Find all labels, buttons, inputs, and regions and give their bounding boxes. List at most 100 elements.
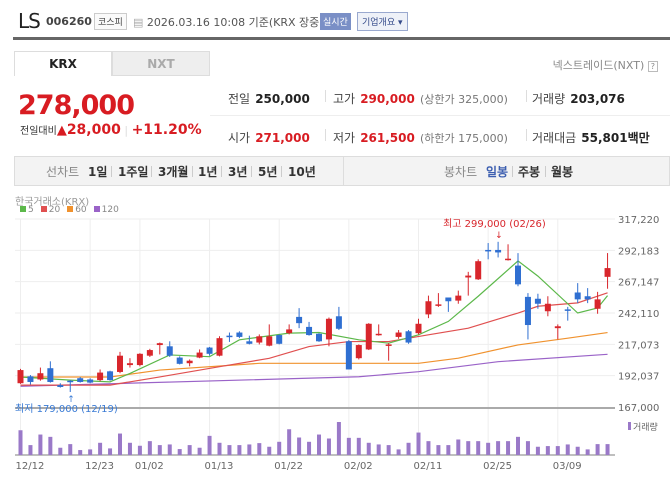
candle-daily[interactable]: 일봉 — [486, 163, 508, 180]
volume-bar — [108, 448, 113, 455]
candle-weekly[interactable]: 주봉 — [518, 163, 540, 180]
period-1y[interactable]: 1년 — [198, 163, 217, 180]
volume-bar — [48, 436, 53, 455]
volume-bar — [247, 444, 252, 455]
candle-chart-label: 봉차트 — [444, 165, 478, 179]
candle-body — [57, 385, 64, 387]
up-arrow-icon: ↑ — [67, 395, 75, 405]
volume-bar — [217, 442, 222, 455]
candle-body — [475, 261, 482, 280]
candle-body — [485, 249, 492, 252]
change-percent: +11.20% — [131, 122, 202, 138]
price-change: 전일대비▲28,000 | +11.20% — [20, 122, 202, 138]
period-3y[interactable]: 3년 — [228, 163, 247, 180]
x-tick-label: 12/12 — [16, 461, 45, 472]
company-overview-button[interactable]: 기업개요 ▾ — [357, 12, 408, 31]
volume-label: 거래량 — [532, 92, 566, 106]
volume-bar — [575, 446, 580, 455]
calendar-icon: ▤ — [133, 16, 147, 29]
y-tick-label: 242,110 — [618, 309, 659, 320]
volume-legend-label: 거래량 — [633, 421, 658, 433]
y-tick-label: 317,220 — [618, 215, 659, 226]
up-arrow-icon: ▲ — [56, 123, 67, 138]
candle-body — [146, 350, 153, 356]
dropdown-icon: ▾ — [398, 18, 403, 28]
basis: 기준(KRX 장중) — [248, 16, 324, 29]
candle-body — [524, 296, 531, 326]
volume-bar — [317, 434, 321, 455]
candle-body — [226, 335, 233, 338]
candle-body — [97, 372, 104, 381]
divider — [111, 166, 112, 177]
volume-bar — [257, 443, 262, 455]
volume-bar — [157, 445, 162, 455]
tab-krx[interactable]: KRX — [14, 51, 112, 76]
volume-bar — [187, 445, 192, 455]
market-badge: 코스피 — [94, 13, 127, 30]
period-5y[interactable]: 5년 — [258, 163, 277, 180]
candle-body — [296, 316, 303, 324]
volume-bar — [496, 441, 501, 455]
help-icon[interactable]: ? — [647, 61, 658, 72]
volume-bar — [177, 449, 182, 455]
candle-body — [126, 363, 133, 366]
nextrade-link[interactable]: 넥스트레이드(NXT) ? — [553, 57, 658, 73]
volume-bar — [28, 445, 33, 455]
period-3m[interactable]: 3개월 — [158, 163, 188, 180]
candle-body — [256, 336, 263, 343]
x-tick-label: 01/13 — [205, 461, 234, 472]
high-value: 290,000 — [360, 92, 415, 106]
divider — [512, 166, 513, 177]
candle-body — [136, 353, 143, 366]
volume-bar — [207, 435, 212, 455]
volume-bar — [38, 434, 43, 455]
divider — [325, 90, 326, 102]
volume-bar — [436, 445, 441, 455]
volume-bar — [78, 450, 83, 455]
volume-bar — [137, 445, 142, 455]
candle-body — [505, 258, 512, 261]
divider — [325, 129, 326, 141]
stock-code: 006260 — [46, 15, 92, 28]
candle-body — [365, 323, 372, 350]
ma20-line — [20, 292, 608, 386]
volume-bar — [18, 430, 23, 455]
change-value: 28,000 — [66, 122, 121, 138]
header-divider — [13, 37, 670, 40]
volume-bar — [456, 439, 461, 455]
candle-body — [216, 338, 223, 356]
live-button[interactable]: 실시간 — [320, 13, 351, 30]
candle-body — [276, 335, 283, 344]
stock-name: LS — [18, 9, 41, 33]
candle-body — [574, 292, 581, 300]
day-high: 고가 290,000 (상한가 325,000) — [333, 88, 508, 107]
open-value: 271,000 — [255, 131, 310, 145]
volume-value: 203,076 — [570, 92, 625, 106]
candle-body — [445, 297, 452, 302]
y-tick-label: 217,073 — [618, 340, 659, 351]
candle-body — [107, 371, 114, 381]
candle-body — [425, 301, 432, 315]
volume-bar — [555, 446, 560, 455]
stock-chart[interactable]: 317,220 292,183 267,147 242,110 217,073 192,0… — [0, 190, 670, 480]
candle-body — [325, 318, 332, 340]
volume-bar — [227, 445, 232, 455]
candle-body — [117, 355, 123, 372]
volume-bar — [287, 429, 292, 455]
candle-body — [196, 352, 203, 358]
period-1d[interactable]: 1일 — [88, 163, 107, 180]
line-chart-label: 선차트 — [46, 165, 80, 179]
period-10y[interactable]: 10년 — [288, 163, 316, 180]
candle-body — [156, 343, 163, 346]
tab-nxt[interactable]: NXT — [112, 51, 210, 76]
volume: 거래량 203,076 — [532, 88, 625, 107]
amount-label: 거래대금 — [532, 131, 577, 145]
candle-monthly[interactable]: 월봉 — [551, 163, 573, 180]
candle-body — [495, 249, 502, 253]
volume-bar — [506, 441, 511, 455]
volume-bar — [545, 446, 550, 455]
candle-body — [455, 295, 462, 301]
divider — [526, 129, 527, 141]
candle-body — [306, 326, 313, 336]
period-1w[interactable]: 1주일 — [118, 163, 148, 180]
